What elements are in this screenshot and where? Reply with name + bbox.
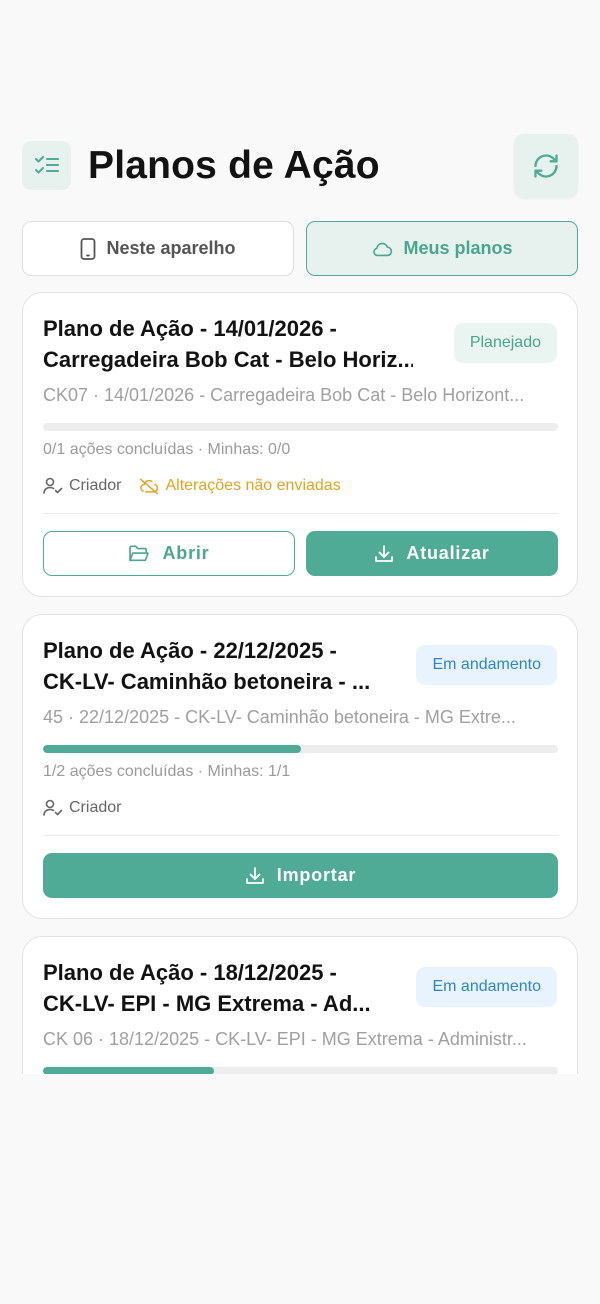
plan-subtitle: CK07 · 14/01/2026 - Carregadeira Bob Cat… [43,385,525,405]
divider [43,513,558,514]
tab-neste-aparelho[interactable]: Neste aparelho [22,221,294,276]
plan-title-line1: Plano de Ação - 22/12/2025 - [43,638,337,663]
tab-label: Neste aparelho [106,238,236,258]
download-icon [245,866,265,886]
plan-title: Plano de Ação - 14/01/2026 - Carregadeir… [43,313,413,375]
status-badge: Em andamento [416,967,557,1007]
plan-title-line2: CK-LV- EPI - MG Extrema - Ad... [43,991,371,1016]
download-icon [374,544,394,564]
update-label: Atualizar [406,543,490,563]
plan-card[interactable]: Plano de Ação - 22/12/2025 - CK-LV- Cami… [22,614,578,919]
list-clip: Plano de Ação - 18/12/2025 - CK-LV- EPI … [0,930,600,1074]
progress-fill [43,1067,215,1074]
tab-meus-planos[interactable]: Meus planos [306,221,578,276]
user-check-icon [43,477,63,495]
role-label: Criador [69,799,122,816]
page-title: Planos de Ação [88,144,380,187]
plan-meta: Criador Alterações não enviadas [43,477,341,495]
open-button[interactable]: Abrir [43,531,295,576]
role-info: Criador [43,799,121,817]
actions-stats: 1/2 ações concluídas · Minhas: 1/1 [43,763,291,780]
role-info: Criador [43,477,121,495]
plan-title: Plano de Ação - 18/12/2025 - CK-LV- EPI … [43,957,413,1019]
folder-open-icon [128,545,150,563]
plan-title-line1: Plano de Ação - 18/12/2025 - [43,960,337,985]
source-tabs: Neste aparelho Meus planos [22,221,578,276]
user-check-icon [43,799,63,817]
plan-subtitle: CK 06 · 18/12/2025 - CK-LV- EPI - MG Ext… [43,1029,527,1049]
plan-card[interactable]: Plano de Ação - 14/01/2026 - Carregadeir… [22,292,578,597]
plan-title-line2: CK-LV- Caminhão betoneira - ... [43,669,371,694]
plan-card[interactable]: Plano de Ação - 18/12/2025 - CK-LV- EPI … [22,936,578,1074]
divider [43,835,558,836]
plan-subtitle: 45 · 22/12/2025 - CK-LV- Caminhão betone… [43,707,516,727]
header: Planos de Ação [22,134,578,198]
progress-bar [43,745,558,753]
progress-bar [43,1067,558,1074]
progress-fill [43,745,301,753]
role-label: Criador [69,477,122,494]
open-label: Abrir [162,543,210,563]
import-label: Importar [276,865,357,885]
update-button[interactable]: Atualizar [306,531,558,576]
tab-label: Meus planos [403,238,513,258]
warning-label: Alterações não enviadas [165,477,341,494]
refresh-icon [532,152,560,180]
smartphone-icon [80,237,96,260]
progress-bar [43,423,558,431]
unsynced-warning: Alterações não enviadas [139,477,341,495]
checklist-menu-button[interactable] [22,141,71,190]
import-button[interactable]: Importar [43,853,558,898]
refresh-button[interactable] [514,134,578,198]
status-badge: Planejado [453,323,557,363]
plan-meta: Criador [43,799,121,817]
plan-title-line1: Plano de Ação - 14/01/2026 - [43,316,337,341]
actions-stats: 0/1 ações concluídas · Minhas: 0/0 [43,441,291,458]
cloud-icon [371,241,393,257]
plan-title-line2: Carregadeira Bob Cat - Belo Horiz... [43,347,413,372]
cloud-off-icon [139,477,159,495]
plan-title: Plano de Ação - 22/12/2025 - CK-LV- Cami… [43,635,413,697]
status-badge: Em andamento [416,645,557,685]
checklist-icon [34,155,60,177]
